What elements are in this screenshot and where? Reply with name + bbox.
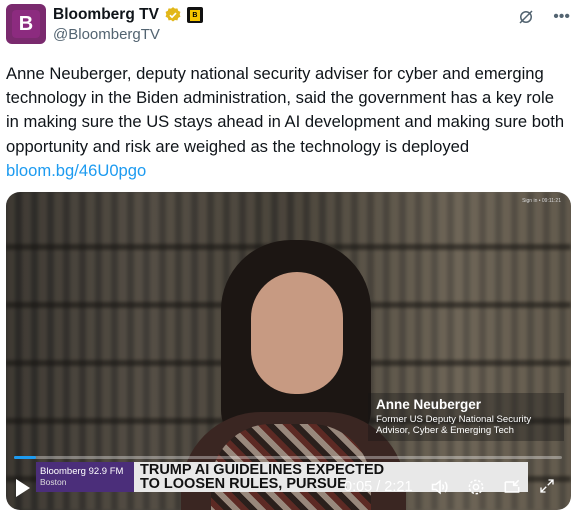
volume-icon[interactable] (430, 477, 450, 497)
avatar[interactable]: B (6, 4, 46, 44)
progress-bar[interactable] (14, 456, 562, 459)
avatar-logo: B (12, 10, 40, 38)
affiliate-badge-icon: B (186, 7, 203, 23)
tweet-text: Anne Neuberger, deputy national security… (6, 62, 566, 183)
play-icon[interactable] (16, 479, 30, 497)
settings-gear-icon[interactable] (466, 477, 486, 497)
verified-badge-icon (165, 7, 181, 22)
more-icon[interactable]: ••• (553, 8, 570, 26)
lower-third-title: Former US Deputy National Security Advis… (376, 414, 532, 436)
pip-icon[interactable] (502, 477, 522, 497)
video-player[interactable]: Sign in • 09:11:21 Anne Neuberger Former… (6, 192, 571, 510)
station-name: Bloomberg 92.9 FM (40, 466, 124, 477)
lower-third-name-block: Anne Neuberger Former US Deputy National… (368, 393, 564, 441)
video-person-face (251, 272, 343, 394)
name-row: Bloomberg TV B (53, 6, 203, 24)
tweet-link[interactable]: bloom.bg/46U0pgo (6, 161, 146, 180)
time-display: 0:05 / 2:21 (344, 479, 413, 495)
fullscreen-icon[interactable] (538, 477, 556, 495)
tweet-header: B Bloomberg TV B @BloombergTV ••• (6, 4, 572, 48)
display-name[interactable]: Bloomberg TV (53, 6, 159, 24)
avatar-letter: B (18, 12, 34, 35)
lower-third-name: Anne Neuberger (376, 397, 482, 412)
video-controls: 0:05 / 2:21 (6, 476, 571, 502)
grok-icon[interactable] (517, 8, 535, 26)
tweet-body: Anne Neuberger, deputy national security… (6, 64, 565, 156)
header-actions: ••• (517, 8, 570, 26)
video-corner-text: Sign in • 09:11:21 (522, 198, 561, 204)
progress-fill (14, 456, 36, 459)
handle[interactable]: @BloombergTV (53, 26, 160, 43)
affiliate-badge-letter: B (189, 9, 200, 21)
